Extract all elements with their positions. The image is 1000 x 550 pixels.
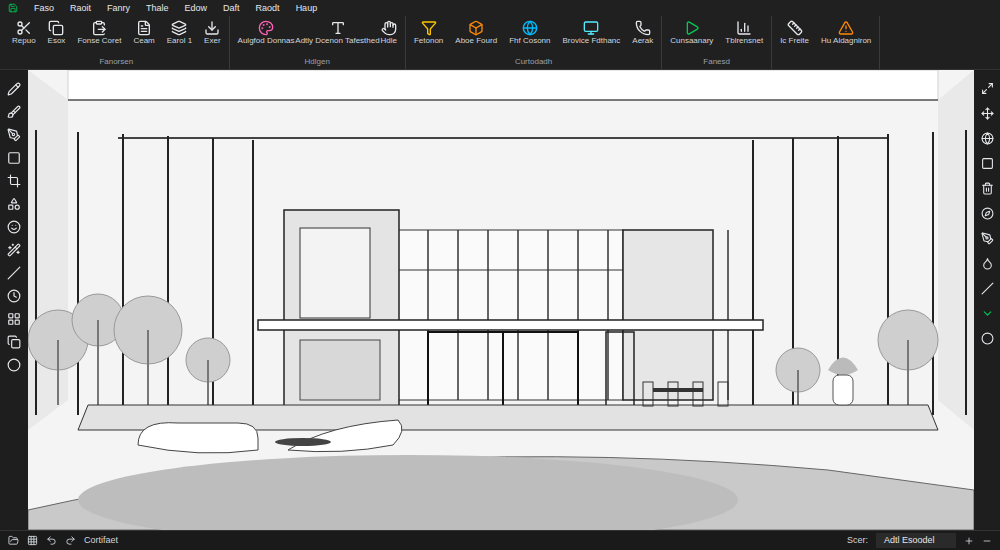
ribbon-group: Aulgfod DonnasAdtly Dcenon TafesthedHdle… bbox=[230, 16, 406, 69]
ribbon-button-icon bbox=[136, 20, 152, 36]
ribbon-group: Ic FreiteHu Aldagniron bbox=[772, 16, 880, 69]
app-icon[interactable] bbox=[8, 3, 18, 13]
ribbon-button-icon bbox=[787, 20, 803, 36]
status-text: Cortifaet bbox=[84, 534, 118, 548]
tool-icon[interactable] bbox=[7, 243, 21, 257]
menu-item[interactable]: Raodt bbox=[256, 2, 280, 14]
zoom-in-icon[interactable] bbox=[964, 536, 974, 546]
tool-icon[interactable] bbox=[981, 307, 994, 320]
zoom-out-icon[interactable] bbox=[982, 536, 992, 546]
ribbon-button[interactable]: Hu Aldagniron bbox=[817, 20, 875, 46]
viewport[interactable] bbox=[28, 70, 974, 530]
ribbon-button[interactable]: Brovice Fdthanc bbox=[558, 20, 624, 46]
redo-icon[interactable] bbox=[65, 535, 76, 546]
ribbon-button[interactable]: Earol 1 bbox=[163, 20, 196, 46]
ribbon-button[interactable]: Fonse Coret bbox=[73, 20, 125, 46]
menu-item[interactable]: Fanry bbox=[107, 2, 130, 14]
tool-icon[interactable] bbox=[981, 157, 994, 170]
menu-item[interactable]: Haup bbox=[296, 2, 318, 14]
tool-icon[interactable] bbox=[7, 128, 21, 142]
ribbon-button-icon bbox=[736, 20, 752, 36]
tool-icon[interactable] bbox=[981, 332, 994, 345]
ribbon-button-icon bbox=[48, 20, 64, 36]
ribbon-button-icon bbox=[16, 20, 32, 36]
menu-item[interactable]: Faso bbox=[34, 2, 54, 14]
ribbon-button[interactable]: Aulgfod Donnas bbox=[234, 20, 299, 46]
tool-icon[interactable] bbox=[7, 197, 21, 211]
menu-item[interactable]: Thale bbox=[146, 2, 169, 14]
ribbon-group-label: Fanorsen bbox=[8, 57, 225, 69]
ribbon-group: FetononAboe FourdFhf CosonnBrovice Fdtha… bbox=[406, 16, 662, 69]
grid-icon[interactable] bbox=[27, 535, 38, 546]
ribbon-group-label: Fanesd bbox=[666, 57, 767, 69]
ribbon-group-label: Curtodadh bbox=[410, 57, 657, 69]
ribbon-group: RepuoEsoxFonse CoretCeamEarol 1Exer Fanor… bbox=[4, 16, 230, 69]
tool-icon[interactable] bbox=[7, 220, 21, 234]
tool-icon[interactable] bbox=[981, 182, 994, 195]
ribbon-group-label: Hdlgen bbox=[234, 57, 401, 69]
scene-field[interactable]: Adtl Esoodel bbox=[876, 533, 956, 549]
menu-bar: Faso Raoit Fanry Thale Edow Daft Raodt Haup bbox=[0, 0, 1000, 16]
ribbon-button[interactable]: Fetonon bbox=[410, 20, 447, 46]
tool-icon[interactable] bbox=[981, 132, 994, 145]
ribbon-button[interactable]: Ic Freite bbox=[776, 20, 813, 46]
ribbon-button-icon bbox=[330, 20, 346, 36]
tool-icon[interactable] bbox=[7, 335, 21, 349]
menu-item[interactable]: Daft bbox=[223, 2, 240, 14]
tool-icon[interactable] bbox=[981, 107, 994, 120]
tool-icon[interactable] bbox=[7, 105, 21, 119]
status-bar: Cortifaet Scer: Adtl Esoodel bbox=[0, 530, 1000, 550]
app-window: Faso Raoit Fanry Thale Edow Daft Raodt Haup Repu… bbox=[0, 0, 1000, 550]
tool-icon[interactable] bbox=[7, 266, 21, 280]
menu-item[interactable]: Raoit bbox=[70, 2, 91, 14]
undo-icon[interactable] bbox=[46, 535, 57, 546]
viewport-render bbox=[28, 70, 974, 530]
ribbon-button[interactable]: Hdle bbox=[377, 20, 401, 46]
ribbon-button[interactable]: Repuo bbox=[8, 20, 40, 46]
ribbon-button-icon bbox=[838, 20, 854, 36]
tool-icon[interactable] bbox=[981, 257, 994, 270]
ribbon-button[interactable]: Esox bbox=[44, 20, 70, 46]
tool-icon[interactable] bbox=[7, 174, 21, 188]
folder-icon[interactable] bbox=[8, 535, 19, 546]
main-area bbox=[0, 70, 1000, 530]
ribbon-button-icon bbox=[684, 20, 700, 36]
ribbon-button-icon bbox=[91, 20, 107, 36]
ribbon-button-icon bbox=[381, 20, 397, 36]
tool-icon[interactable] bbox=[7, 289, 21, 303]
ribbon-group: CunsaanaryTblrensnet Fanesd bbox=[662, 16, 772, 69]
ribbon-button-icon bbox=[635, 20, 651, 36]
ribbon-button[interactable]: Fhf Cosonn bbox=[505, 20, 554, 46]
tool-icon[interactable] bbox=[7, 82, 21, 96]
ribbon-button[interactable]: Aerak bbox=[628, 20, 657, 46]
left-toolbar bbox=[0, 70, 28, 530]
ribbon-button[interactable]: Aboe Fourd bbox=[451, 20, 501, 46]
tool-icon[interactable] bbox=[7, 151, 21, 165]
ribbon-button[interactable]: Adtly Dcenon Tafesthed bbox=[303, 20, 373, 46]
ribbon-button-icon bbox=[258, 20, 274, 36]
ribbon-button[interactable]: Tblrensnet bbox=[721, 20, 767, 46]
tool-icon[interactable] bbox=[981, 207, 994, 220]
tool-icon[interactable] bbox=[7, 358, 21, 372]
ribbon-groups: RepuoEsoxFonse CoretCeamEarol 1Exer Fanor… bbox=[0, 16, 1000, 69]
ribbon-button-icon bbox=[583, 20, 599, 36]
menu-item[interactable]: Edow bbox=[185, 2, 208, 14]
ribbon-button-icon bbox=[468, 20, 484, 36]
ribbon-button[interactable]: Ceam bbox=[129, 20, 158, 46]
ribbon: Faso Raoit Fanry Thale Edow Daft Raodt Haup Repu… bbox=[0, 0, 1000, 70]
ribbon-button[interactable]: Cunsaanary bbox=[666, 20, 717, 46]
tool-icon[interactable] bbox=[981, 232, 994, 245]
ribbon-button[interactable]: Exer bbox=[200, 20, 224, 46]
ribbon-button-icon bbox=[204, 20, 220, 36]
tool-icon[interactable] bbox=[7, 312, 21, 326]
ribbon-button-icon bbox=[171, 20, 187, 36]
ribbon-button-icon bbox=[522, 20, 538, 36]
right-toolbar bbox=[974, 70, 1000, 530]
ribbon-button-icon bbox=[421, 20, 437, 36]
tool-icon[interactable] bbox=[981, 282, 994, 295]
tool-icon[interactable] bbox=[981, 82, 994, 95]
scene-label: Scer: bbox=[847, 534, 868, 548]
